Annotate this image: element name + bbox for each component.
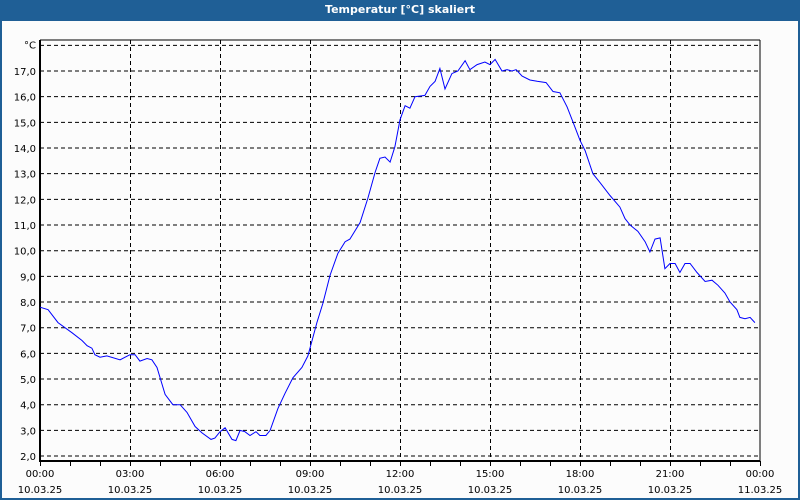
- x-tick-date: 10.03.25: [18, 485, 63, 496]
- x-tick-time: 06:00: [206, 469, 235, 480]
- y-tick-label: 9,0: [20, 272, 36, 283]
- x-tick-time: 03:00: [116, 469, 145, 480]
- x-tick-date: 10.03.25: [288, 485, 333, 496]
- y-tick-label: 5,0: [20, 375, 36, 386]
- x-tick-time: 21:00: [656, 469, 685, 480]
- x-tick-date: 11.03.25: [738, 485, 783, 496]
- x-tick-time: 12:00: [386, 469, 415, 480]
- y-tick-label: 7,0: [20, 324, 36, 335]
- x-tick-date: 10.03.25: [558, 485, 603, 496]
- y-tick-label: 10,0: [14, 247, 36, 258]
- x-tick-date: 10.03.25: [648, 485, 693, 496]
- x-tick-date: 10.03.25: [378, 485, 423, 496]
- y-tick-label: 2,0: [20, 452, 36, 463]
- y-tick-label: 4,0: [20, 401, 36, 412]
- y-axis-unit-label: °C: [24, 40, 36, 51]
- y-tick-label: 14,0: [14, 144, 36, 155]
- y-tick-label: 15,0: [14, 118, 36, 129]
- x-tick-time: 09:00: [296, 469, 325, 480]
- x-tick-date: 10.03.25: [198, 485, 243, 496]
- x-tick-time: 00:00: [26, 469, 55, 480]
- x-tick-date: 10.03.25: [468, 485, 513, 496]
- y-tick-label: 16,0: [14, 93, 36, 104]
- y-tick-label: 17,0: [14, 67, 36, 78]
- y-tick-label: 8,0: [20, 298, 36, 309]
- temperature-series-line: [39, 58, 756, 442]
- x-tick-time: 15:00: [476, 469, 505, 480]
- y-tick-label: 13,0: [14, 170, 36, 181]
- y-tick-label: 11,0: [14, 221, 36, 232]
- temperature-chart: 2,0 3,0 4,0 5,0 6,0 7,0 8,0 9,0 10,0 11,0 12,0 13,0…: [14, 39, 783, 496]
- x-tick-time: 00:00: [746, 469, 775, 480]
- x-tick-time: 18:00: [566, 469, 595, 480]
- y-tick-label: 12,0: [14, 195, 36, 206]
- y-tick-label: 6,0: [20, 349, 36, 360]
- y-tick-label: 3,0: [20, 426, 36, 437]
- x-tick-date: 10.03.25: [108, 485, 153, 496]
